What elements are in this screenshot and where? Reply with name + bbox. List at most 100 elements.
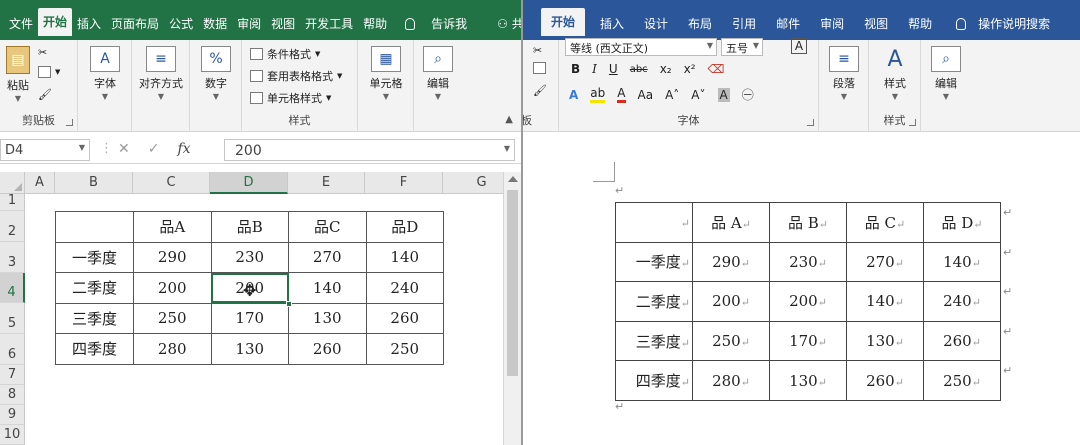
font-color-icon[interactable]: A <box>617 86 626 103</box>
excel-tab-page-layout[interactable]: 页面布局 <box>106 12 164 36</box>
table-cell[interactable]: 140 <box>288 272 367 304</box>
highlight-icon[interactable]: ab <box>590 86 606 103</box>
row-label-cell[interactable]: 三季度↵ <box>615 320 693 362</box>
table-header-cell[interactable]: 品 C↵ <box>846 202 924 243</box>
table-cell[interactable]: 250↵ <box>692 320 770 362</box>
row-header-4[interactable]: 4 <box>0 273 25 303</box>
cells-button[interactable]: ▦ 单元格 ▼ <box>364 46 408 101</box>
row-header-9[interactable]: 9 <box>0 405 25 425</box>
row-header-6[interactable]: 6 <box>0 334 25 365</box>
bold-button[interactable]: B <box>571 62 580 76</box>
underline-button[interactable]: U <box>609 62 618 76</box>
table-cell[interactable]: 250 <box>365 333 444 365</box>
excel-tab-developer[interactable]: 开发工具 <box>300 12 358 36</box>
row-label-cell[interactable]: 二季度↵ <box>615 281 693 322</box>
scrollbar-thumb[interactable] <box>507 190 518 376</box>
formula-input[interactable]: 200 ▼ <box>224 139 515 161</box>
fill-handle[interactable] <box>286 300 292 307</box>
table-header-cell[interactable]: 品 B↵ <box>769 202 847 243</box>
row-label-cell[interactable]: 三季度 <box>55 302 134 334</box>
word-cut-button[interactable]: ✂ <box>533 44 542 57</box>
insert-function-icon[interactable]: fx <box>177 141 190 157</box>
select-all-corner[interactable] <box>0 172 25 194</box>
table-cell[interactable]: 130 <box>288 302 367 334</box>
word-font-launcher-icon[interactable] <box>807 119 814 126</box>
word-data-table[interactable]: ↵ 品 A↵ 品 B↵ 品 C↵ 品 D↵ 一季度↵ 290↵ 230↵ 270… <box>615 202 1001 401</box>
name-box[interactable]: D4 ▼ <box>0 139 90 161</box>
table-cell[interactable]: 260 <box>365 302 444 334</box>
table-cell[interactable]: 290↵ <box>692 241 770 283</box>
alignment-button[interactable]: ≡ 对齐方式 ▼ <box>132 46 190 101</box>
row-header-10[interactable]: 10 <box>0 425 25 445</box>
table-header-cell[interactable]: 品A <box>133 211 212 243</box>
word-tab-review[interactable]: 审阅 <box>815 12 849 36</box>
table-cell[interactable]: 250 <box>133 302 212 334</box>
shrink-font-icon[interactable]: A˅ <box>691 88 705 102</box>
table-cell[interactable]: 260 <box>288 333 367 365</box>
table-cell[interactable]: 200↵ <box>692 281 770 322</box>
cell-styles-button[interactable]: 单元格样式 ▼ <box>250 90 331 106</box>
column-header-c[interactable]: C <box>133 172 210 194</box>
table-cell[interactable]: 240 <box>365 272 444 304</box>
font-size-select[interactable]: 五号 ▼ <box>721 38 763 56</box>
strikethrough-button[interactable]: abc <box>630 64 648 75</box>
superscript-button[interactable]: x² <box>684 62 696 76</box>
row-label-cell[interactable]: 四季度↵ <box>615 360 693 401</box>
column-header-b[interactable]: B <box>55 172 133 194</box>
table-header-cell[interactable]: 品D <box>365 211 444 243</box>
vertical-scrollbar[interactable] <box>503 172 521 445</box>
table-cell[interactable]: 260↵ <box>923 320 1001 362</box>
table-cell[interactable]: 280↵ <box>692 360 770 401</box>
excel-tab-data[interactable]: 数据 <box>198 12 232 36</box>
table-cell[interactable]: 200↵ <box>769 281 847 322</box>
cut-button[interactable]: ✂ <box>38 46 47 59</box>
column-header-a[interactable]: A <box>25 172 55 194</box>
row-header-1[interactable]: 1 <box>0 193 25 211</box>
clipboard-launcher-icon[interactable] <box>66 119 73 126</box>
table-cell[interactable]: 250↵ <box>923 360 1001 401</box>
table-cell[interactable]: 130 <box>210 333 289 365</box>
table-header-cell[interactable]: 品 D↵ <box>923 202 1001 243</box>
table-cell[interactable]: 280 <box>133 333 212 365</box>
table-cell[interactable]: 130↵ <box>769 360 847 401</box>
word-tab-layout[interactable]: 布局 <box>683 12 717 36</box>
enclosed-char-icon[interactable]: ㊀ <box>742 86 754 103</box>
table-cell[interactable]: 200 <box>133 272 212 304</box>
editing-button[interactable]: ⌕ 编辑 ▼ <box>416 46 460 101</box>
format-painter-button[interactable]: 🖌 <box>38 88 52 101</box>
excel-tab-view[interactable]: 视图 <box>266 12 300 36</box>
column-header-e[interactable]: E <box>288 172 365 194</box>
word-tab-view[interactable]: 视图 <box>859 12 893 36</box>
grow-font-icon[interactable]: A˄ <box>665 88 679 102</box>
table-cell[interactable]: 270↵ <box>846 241 924 283</box>
conditional-format-button[interactable]: 条件格式 ▼ <box>250 46 320 62</box>
row-header-2[interactable]: 2 <box>0 211 25 242</box>
word-copy-button[interactable] <box>533 62 546 74</box>
word-tab-insert[interactable]: 插入 <box>595 12 629 36</box>
row-header-8[interactable]: 8 <box>0 385 25 405</box>
table-cell[interactable]: 270 <box>288 241 367 273</box>
table-cell[interactable] <box>55 211 134 243</box>
change-case-icon[interactable]: Aa <box>638 88 654 102</box>
table-cell[interactable]: 290 <box>133 241 212 273</box>
excel-tab-file[interactable]: 文件 <box>4 12 38 36</box>
word-tab-design[interactable]: 设计 <box>639 12 673 36</box>
chevron-down-icon[interactable]: ▼ <box>504 144 510 153</box>
text-effects-icon[interactable]: A <box>569 88 578 102</box>
table-cell[interactable]: 170↵ <box>769 320 847 362</box>
paragraph-button[interactable]: ≡ 段落 ▼ <box>822 46 866 101</box>
column-header-f[interactable]: F <box>365 172 443 194</box>
table-cell[interactable]: 140↵ <box>923 241 1001 283</box>
subscript-button[interactable]: x₂ <box>660 62 672 76</box>
excel-tab-review[interactable]: 审阅 <box>232 12 266 36</box>
table-cell[interactable]: ↵ <box>615 202 693 243</box>
word-tab-home[interactable]: 开始 <box>541 8 586 36</box>
row-header-5[interactable]: 5 <box>0 303 25 334</box>
word-tell-me[interactable]: 操作说明搜索 <box>951 12 1055 36</box>
styles-button[interactable]: A 样式 ▼ <box>873 46 917 102</box>
excel-tab-help[interactable]: 帮助 <box>358 12 392 36</box>
number-button[interactable]: % 数字 ▼ <box>194 46 238 101</box>
table-header-cell[interactable]: 品B <box>210 211 289 243</box>
excel-tab-formulas[interactable]: 公式 <box>164 12 198 36</box>
column-header-d[interactable]: D <box>210 172 288 194</box>
